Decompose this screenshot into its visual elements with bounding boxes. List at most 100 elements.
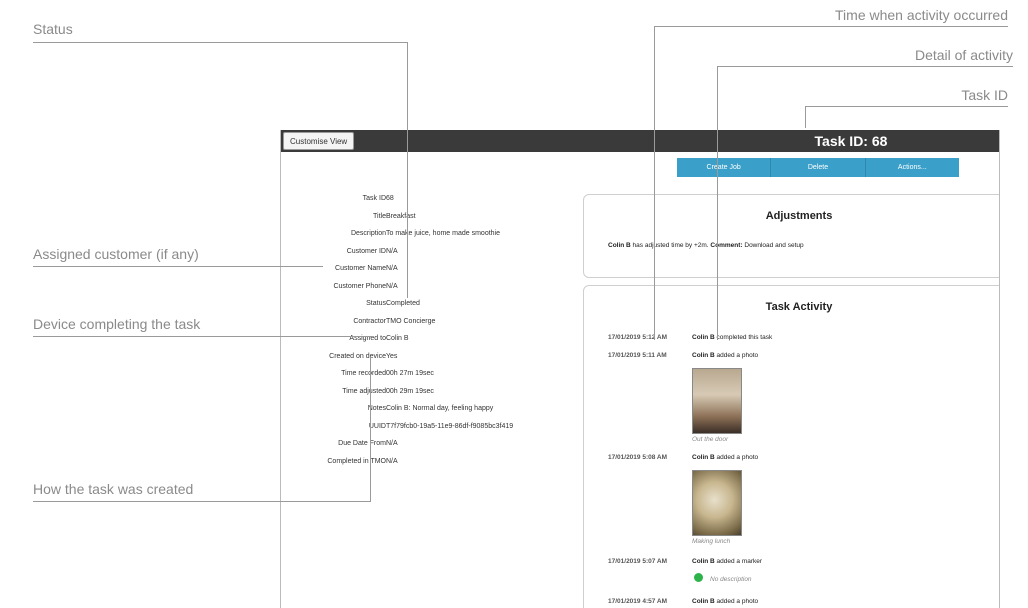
detail-value: N/A [386, 457, 398, 465]
adjustment-text: has adjusted time by +2m. [630, 242, 711, 249]
adjustment-comment: Download and setup [742, 242, 804, 249]
detail-label: Completed in TMO [327, 457, 386, 465]
detail-row-due-date-from: Due Date From N/A [281, 439, 571, 457]
detail-value: 00h 29m 19sec [386, 387, 434, 395]
detail-value: Breakfast [386, 212, 416, 220]
title-bar: Customise View Task ID: 68 [281, 130, 999, 152]
activity-detail: Colin B added a photo [692, 352, 758, 359]
activity-text: completed this task [714, 334, 773, 341]
annotation-task-id: Task ID [961, 87, 1008, 103]
detail-value: T7f79fcb0-19a5-11e9-86df-f9085bc3f419 [386, 422, 514, 430]
annotation-line [717, 66, 1013, 67]
detail-value: 68 [386, 195, 394, 202]
activity-text: added a photo [714, 454, 759, 461]
detail-row-title: Title Breakfast [281, 212, 571, 230]
actions-menu-button[interactable]: Actions... [866, 158, 959, 177]
adjustment-entry: Colin B has adjusted time by +2m. Commen… [608, 242, 804, 249]
activity-text: added a photo [714, 598, 759, 605]
detail-row-customer-name: Customer Name N/A [281, 264, 571, 282]
detail-row-time-adjusted: Time adjusted 00h 29m 19sec [281, 387, 571, 405]
task-details-list: Task ID 68 Title Breakfast Description To m… [281, 194, 571, 474]
detail-value: N/A [386, 282, 398, 290]
adjustments-title: Adjustments [765, 210, 833, 222]
annotation-line [33, 336, 373, 337]
detail-label: Customer Phone [333, 282, 386, 290]
annotation-line [654, 26, 655, 340]
annotation-line [654, 26, 1008, 27]
adjustments-panel: Adjustments Colin B has adjusted time by… [583, 194, 999, 278]
activity-detail: Colin B completed this task [692, 334, 772, 341]
detail-value: Colin B: Normal day, feeling happy [386, 405, 494, 412]
detail-label: Customer ID [346, 247, 386, 255]
detail-row-description: Description To make juice, home made smoo… [281, 229, 571, 247]
detail-label: Due Date From [338, 440, 386, 447]
detail-label: Title [373, 212, 386, 220]
photo-caption: Out the door [692, 436, 729, 443]
detail-label: Contractor [353, 317, 386, 325]
delete-button[interactable]: Delete [771, 158, 866, 177]
annotation-line [805, 106, 1008, 107]
detail-label: Customer Name [335, 265, 386, 272]
detail-value: N/A [386, 247, 398, 255]
detail-label: Created on device [329, 352, 386, 360]
activity-user: Colin B [692, 352, 715, 359]
detail-label: Description [350, 230, 386, 237]
annotation-line [370, 357, 371, 502]
activity-time: 17/01/2019 4:57 AM [608, 598, 668, 605]
detail-label: Status [366, 300, 386, 307]
detail-row-status: Status Completed [281, 299, 571, 317]
marker-description: No description [710, 576, 752, 583]
annotation-line [407, 42, 408, 298]
activity-time: 17/01/2019 5:08 AM [608, 454, 668, 461]
activity-photo-thumbnail[interactable] [692, 368, 742, 434]
detail-value: Completed [386, 300, 420, 307]
detail-row-customer-phone: Customer Phone N/A [281, 282, 571, 300]
create-job-button[interactable]: Create Job [677, 158, 772, 177]
annotation-time-when: Time when activity occurred [835, 7, 1008, 23]
activity-time: 17/01/2019 5:12 AM [608, 334, 668, 341]
detail-value: TMO Concierge [386, 317, 436, 325]
activity-user: Colin B [692, 334, 715, 341]
detail-row-time-recorded: Time recorded 00h 27m 19sec [281, 369, 571, 387]
marker-icon [694, 573, 703, 582]
annotation-line [33, 266, 323, 267]
annotation-status: Status [33, 21, 73, 37]
detail-row-customer-id: Customer ID N/A [281, 247, 571, 265]
activity-photo-thumbnail[interactable] [692, 470, 742, 536]
activity-detail: Colin B added a marker [692, 558, 762, 565]
task-detail-window: Customise View Task ID: 68 Create Job De… [280, 130, 1000, 608]
detail-label: UUID [368, 422, 386, 430]
customise-view-button[interactable]: Customise View [283, 132, 355, 150]
activity-user: Colin B [692, 558, 715, 565]
photo-caption: Making lunch [692, 538, 731, 545]
annotation-detail-of-activity: Detail of activity [914, 47, 1013, 63]
adjustment-user: Colin B [608, 242, 631, 249]
detail-value: Yes [386, 352, 398, 360]
action-bar: Create Job Delete Actions... [677, 158, 959, 177]
task-activity-title: Task Activity [765, 301, 833, 313]
activity-user: Colin B [692, 598, 715, 605]
detail-label: Time recorded [341, 370, 386, 377]
annotation-line [717, 66, 718, 340]
activity-time: 17/01/2019 5:07 AM [608, 558, 668, 565]
annotation-how-created: How the task was created [33, 481, 194, 497]
activity-text: added a marker [714, 558, 763, 565]
detail-value: To make juice, home made smoothie [386, 230, 500, 237]
detail-row-uuid: UUID T7f79fcb0-19a5-11e9-86df-f9085bc3f41… [281, 422, 571, 440]
detail-row-notes: Notes Colin B: Normal day, feeling happy [281, 404, 571, 422]
activity-detail: Colin B added a photo [692, 454, 758, 461]
detail-label: Time adjusted [342, 387, 386, 395]
activity-time: 17/01/2019 5:11 AM [608, 352, 667, 359]
detail-row-task-id: Task ID 68 [281, 194, 571, 212]
detail-value: Colin B [386, 335, 409, 342]
detail-row-created-on-device: Created on device Yes [281, 352, 571, 370]
task-id-title: Task ID: 68 [814, 133, 888, 149]
activity-detail: Colin B added a photo [692, 598, 758, 605]
detail-value: N/A [386, 265, 398, 272]
adjustment-comment-label: Comment: [710, 242, 743, 249]
detail-label: Task ID [362, 195, 386, 202]
annotation-line [33, 501, 371, 502]
task-activity-panel: Task Activity 17/01/2019 5:12 AM Colin B… [583, 285, 999, 608]
activity-text: added a photo [714, 352, 759, 359]
annotation-line [805, 106, 806, 128]
